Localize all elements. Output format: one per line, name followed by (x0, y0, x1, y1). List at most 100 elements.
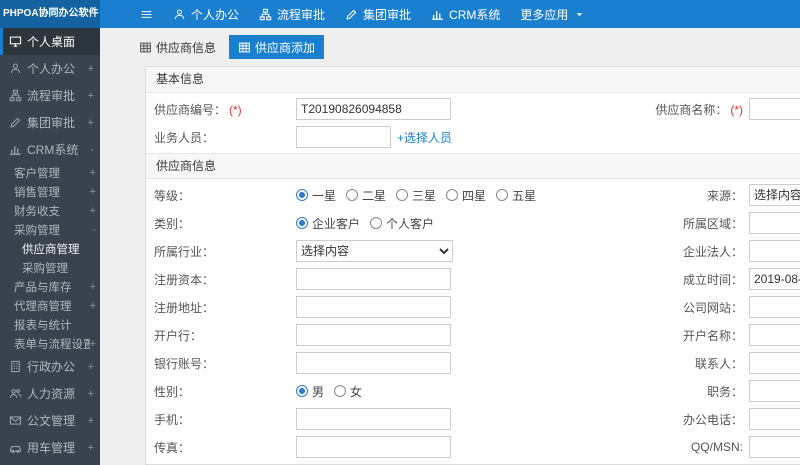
grade-radio-4[interactable] (496, 189, 509, 201)
region-input[interactable] (749, 212, 800, 234)
supplier-form-panel: 基本信息供应商编号：(*)供应商名称：(*)业务人员：+选择人员供应商信息等级：… (145, 66, 800, 465)
expander-icon[interactable]: + (88, 63, 94, 75)
gender-option-0[interactable]: 男 (296, 383, 324, 400)
expander-icon[interactable]: + (88, 361, 94, 373)
grade-radio-1[interactable] (346, 189, 359, 201)
label-text: 所属行业： (154, 244, 215, 259)
sidebar-item-personal-office[interactable]: 个人办公 + (0, 55, 100, 82)
grade-radio-2[interactable] (396, 189, 409, 201)
sidebar-item-sales-mgmt[interactable]: 销售管理 + (0, 182, 100, 201)
grade-radio-3[interactable] (446, 189, 459, 201)
field-supplier-no (296, 98, 599, 120)
nav-item-crm-system[interactable]: CRM系统 (431, 6, 500, 23)
expander-icon[interactable]: - (90, 144, 94, 156)
field-bank-account (296, 352, 599, 374)
mobile-input[interactable] (296, 408, 451, 430)
gender-option-1[interactable]: 女 (334, 383, 362, 400)
sidebar-item-human-resources[interactable]: 人力资源 + (0, 380, 100, 407)
contact-input[interactable] (749, 352, 800, 374)
expander-icon[interactable]: + (88, 117, 94, 129)
job-title-input[interactable] (749, 380, 800, 402)
label-text: 注册地址： (154, 300, 215, 315)
pick-person-link[interactable]: +选择人员 (397, 129, 452, 146)
grade-option-0[interactable]: 一星 (296, 187, 336, 204)
category-radio-0[interactable] (296, 217, 308, 229)
tab-supplier-info[interactable]: 供应商信息 (130, 35, 225, 59)
sidebar-item-admin-office[interactable]: 行政办公 + (0, 353, 100, 380)
sidebar-item-crm-system[interactable]: CRM系统 - (0, 136, 100, 163)
source-select[interactable]: 选择内容 (749, 184, 800, 206)
category-option-0[interactable]: 企业客户 (296, 215, 360, 232)
label-fax: 传真： (146, 439, 296, 456)
sidebar-item-product-inventory[interactable]: 产品与库存 + (0, 277, 100, 296)
expander-icon[interactable]: + (90, 186, 96, 198)
nav-item-group-approval[interactable]: 集团审批 (345, 6, 411, 23)
founded-time-input[interactable] (749, 268, 800, 290)
expander-icon[interactable]: + (90, 167, 96, 179)
sales-person-input[interactable] (296, 126, 391, 148)
sidebar-item-workflow-approval[interactable]: 流程审批 + (0, 82, 100, 109)
account-name-input[interactable] (749, 324, 800, 346)
legal-person-input[interactable] (749, 240, 800, 262)
expander-icon[interactable]: + (90, 300, 96, 312)
expander-icon[interactable]: - (92, 224, 96, 236)
sidebar-item-finance-mgmt[interactable]: 财务收支 + (0, 201, 100, 220)
expander-icon[interactable]: + (90, 205, 96, 217)
nav-item-more-apps[interactable]: 更多应用 (520, 6, 586, 23)
sidebar-item-archive-mgmt[interactable]: 档案管理+ (0, 461, 100, 465)
nav-item-workflow-approval[interactable]: 流程审批 (259, 6, 325, 23)
label-text: 银行账号： (154, 356, 215, 371)
caret-down-icon (573, 8, 586, 21)
fax-input[interactable] (296, 436, 451, 458)
office-phone-input[interactable] (749, 408, 800, 430)
expander-icon[interactable]: + (88, 90, 94, 102)
sidebar-item-report-stats[interactable]: 报表与统计 (0, 315, 100, 334)
sidebar-item-label: 报表与统计 (14, 319, 72, 332)
tab-supplier-add[interactable]: 供应商添加 (229, 35, 325, 59)
grade-option-1[interactable]: 二星 (346, 187, 386, 204)
category-option-1[interactable]: 个人客户 (370, 215, 434, 232)
qq-msn-input[interactable] (749, 436, 800, 458)
sidebar-item-vehicle-mgmt[interactable]: 用车管理 + (0, 434, 100, 461)
expander-icon[interactable]: + (90, 281, 96, 293)
expander-icon[interactable]: + (88, 442, 94, 454)
field-category: 企业客户 个人客户 (296, 215, 599, 232)
sidebar-item-purchase-mgmt[interactable]: 采购管理 - (0, 220, 100, 239)
radio-label: 五星 (512, 188, 537, 203)
sidebar-item-form-flow-settings[interactable]: 表单与流程设置 + (0, 334, 100, 353)
label-text: 注册资本： (154, 272, 215, 287)
grade-option-3[interactable]: 四星 (446, 187, 486, 204)
expander-icon[interactable]: + (88, 415, 94, 427)
label-text: 职务： (706, 384, 743, 399)
website-input[interactable] (749, 296, 800, 318)
bank-input[interactable] (296, 324, 451, 346)
sidebar-item-group-approval[interactable]: 集团审批 + (0, 109, 100, 136)
expander-icon[interactable]: + (88, 388, 94, 400)
grade-option-4[interactable]: 五星 (496, 187, 536, 204)
category-radio-1[interactable] (370, 217, 383, 229)
supplier-name-input[interactable] (749, 98, 800, 120)
field-industry: 选择内容 (296, 240, 599, 262)
grade-option-2[interactable]: 三星 (396, 187, 436, 204)
flow-icon (9, 89, 22, 102)
registered-capital-input[interactable] (296, 268, 451, 290)
sidebar-item-customer-mgmt[interactable]: 客户管理 + (0, 163, 100, 182)
sidebar-item-personal-desktop[interactable]: 个人桌面 (0, 28, 100, 55)
gender-radio-0[interactable] (296, 385, 308, 397)
expander-icon[interactable]: + (90, 338, 96, 350)
sidebar-item-document-mgmt[interactable]: 公文管理 + (0, 407, 100, 434)
section-title: 基本信息 (146, 67, 800, 93)
menu-toggle-button[interactable] (140, 8, 153, 21)
grade-radio-0[interactable] (296, 189, 308, 201)
supplier-no-input[interactable] (296, 98, 451, 120)
registered-address-input[interactable] (296, 296, 451, 318)
sidebar-item-supplier-mgmt[interactable]: 供应商管理 (0, 239, 100, 258)
supplier-form: 基本信息供应商编号：(*)供应商名称：(*)业务人员：+选择人员供应商信息等级：… (146, 67, 800, 464)
nav-item-personal-office[interactable]: 个人办公 (173, 6, 239, 23)
industry-select[interactable]: 选择内容 (296, 240, 453, 262)
sidebar-item-agent-mgmt[interactable]: 代理商管理 + (0, 296, 100, 315)
gender-radio-1[interactable] (334, 385, 347, 397)
users-icon (9, 387, 22, 400)
sidebar-item-procurement-mgmt[interactable]: 采购管理 (0, 258, 100, 277)
bank-account-input[interactable] (296, 352, 451, 374)
